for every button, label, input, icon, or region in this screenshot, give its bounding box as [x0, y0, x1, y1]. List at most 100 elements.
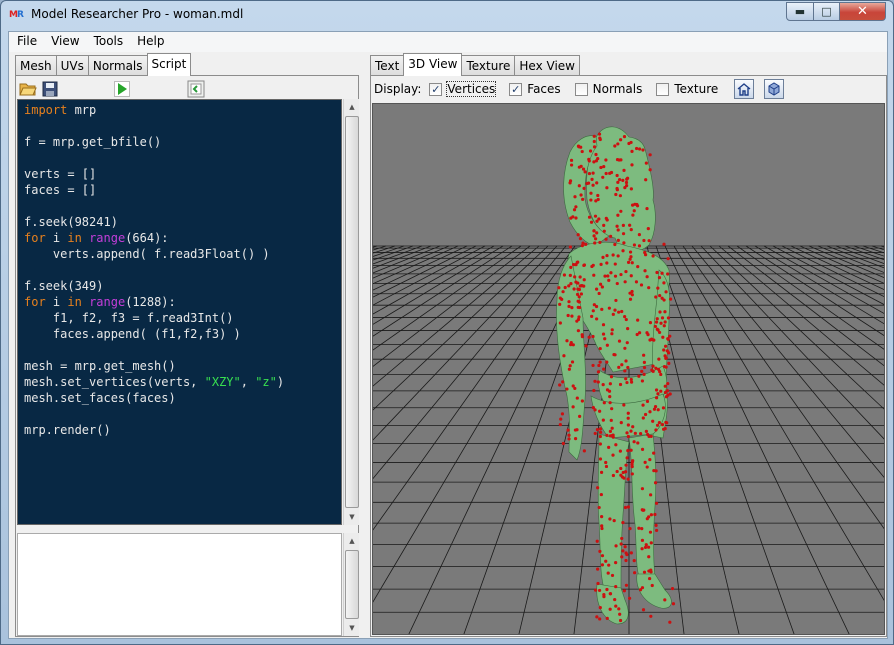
vertex-point [575, 319, 579, 323]
scroll-up-icon[interactable]: ▲ [344, 533, 360, 549]
vertex-point [593, 214, 598, 218]
vertex-point [666, 337, 670, 341]
code-token: ) [276, 375, 285, 389]
vertices-label[interactable]: Vertices [446, 81, 497, 97]
home-view-icon [737, 83, 751, 96]
save-icon[interactable] [40, 79, 60, 99]
vertices-checkbox[interactable]: ✓ [429, 82, 443, 96]
vertex-point [598, 430, 603, 434]
tab-texture[interactable]: Texture [461, 55, 516, 76]
code-line: mrp.render() [24, 422, 284, 438]
script-editor[interactable]: import mrp f = mrp.get_bfile() verts = [] f… [17, 99, 342, 525]
tab-script[interactable]: Script [146, 53, 192, 76]
vertex-point [637, 374, 641, 378]
tab-normals[interactable]: Normals [87, 55, 148, 76]
normals-checkbox[interactable] [574, 82, 588, 96]
vertex-point [587, 159, 591, 163]
vertex-point [608, 171, 612, 175]
vertex-point [578, 236, 583, 241]
vertex-point [600, 285, 604, 289]
vertex-point [667, 361, 671, 366]
tab-3d-view[interactable]: 3D View [403, 53, 463, 76]
vertex-point [589, 198, 593, 202]
vertex-point [594, 304, 599, 309]
vertex-point [614, 298, 618, 303]
vertex-point [597, 132, 602, 136]
vertex-point [642, 372, 646, 376]
output-scrollbar[interactable]: ▲ ▼ [343, 533, 359, 636]
menu-tools[interactable]: Tools [86, 32, 130, 52]
vertex-point [633, 571, 637, 575]
vertex-point [645, 465, 649, 469]
vertex-point [596, 193, 600, 198]
maximize-button[interactable]: □ [813, 2, 840, 21]
vertex-point [619, 542, 623, 546]
vertex-point [579, 145, 583, 149]
scroll-thumb[interactable] [345, 116, 359, 508]
vertex-point [625, 380, 629, 385]
scroll-up-icon[interactable]: ▲ [344, 99, 360, 115]
close-button[interactable]: ✕ [839, 2, 886, 21]
vertex-point [595, 615, 599, 619]
vertex-point [640, 447, 645, 452]
vertex-point [593, 588, 598, 592]
3d-viewport[interactable] [372, 103, 885, 635]
menu-help[interactable]: Help [129, 32, 170, 52]
vertex-point [616, 180, 620, 184]
editor-scrollbar[interactable]: ▲ ▼ [343, 99, 359, 525]
texture-label[interactable]: Texture [674, 82, 718, 96]
vertex-point [558, 383, 562, 387]
minimize-button[interactable]: ▬ [786, 2, 814, 21]
vertex-point [570, 314, 574, 318]
vertex-point [569, 340, 573, 345]
vertex-point [644, 161, 648, 165]
vertex-point [603, 274, 607, 278]
vertex-point [643, 253, 648, 257]
title-bar[interactable]: MR Model Researcher Pro - woman.mdl ▬ □ … [1, 1, 893, 29]
faces-checkbox[interactable]: ✓ [509, 82, 523, 96]
vertex-point [665, 421, 669, 425]
home-view-button[interactable] [734, 79, 755, 99]
vertex-point [596, 486, 600, 490]
vertex-point [623, 545, 627, 549]
scroll-down-icon[interactable]: ▼ [344, 509, 360, 525]
vertex-point [616, 228, 620, 232]
vertex-point [648, 168, 652, 172]
vertex-point [621, 549, 625, 553]
scroll-thumb[interactable] [345, 550, 359, 619]
vertex-point [664, 365, 668, 369]
vertex-point [573, 428, 578, 432]
menu-file[interactable]: File [9, 32, 43, 52]
clear-icon[interactable] [186, 79, 206, 99]
vertex-point [660, 296, 664, 300]
normals-label[interactable]: Normals [593, 82, 643, 96]
tab-hex-view[interactable]: Hex View [514, 55, 580, 76]
vertex-point [595, 317, 599, 321]
faces-label[interactable]: Faces [527, 82, 560, 96]
vertex-point [643, 545, 648, 550]
maximize-icon: □ [821, 5, 832, 18]
vertex-point [610, 328, 614, 332]
texture-checkbox[interactable] [656, 82, 670, 96]
tab-mesh[interactable]: Mesh [15, 55, 57, 76]
vertex-point [668, 297, 673, 301]
vertex-point [634, 146, 639, 151]
tab-text[interactable]: Text [370, 55, 405, 76]
scroll-down-icon[interactable]: ▼ [344, 620, 360, 636]
vertex-point [609, 234, 613, 238]
run-icon[interactable] [112, 79, 132, 99]
vertex-point [560, 412, 565, 416]
tab-uvs[interactable]: UVs [55, 55, 89, 76]
vertex-point [610, 426, 614, 430]
open-folder-icon[interactable] [18, 79, 38, 99]
output-console[interactable] [17, 533, 342, 636]
vertex-point [592, 160, 596, 164]
menu-view[interactable]: View [43, 32, 85, 52]
vertex-point [568, 364, 572, 368]
vertex-point [662, 324, 666, 328]
vertex-point [611, 473, 615, 478]
cube-view-button[interactable] [764, 79, 785, 99]
left-tab-strip: Mesh UVs Normals Script [15, 53, 192, 76]
vertex-point [604, 237, 608, 241]
